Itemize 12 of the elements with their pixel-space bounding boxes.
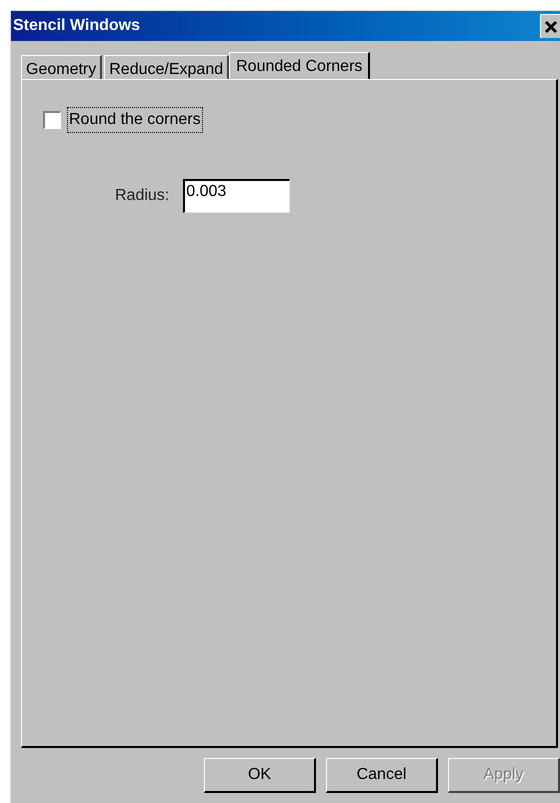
window-title: Stencil Windows — [13, 16, 140, 36]
tab[interactable]: Rounded Corners — [229, 52, 370, 80]
tab[interactable]: Reduce/Expand — [104, 55, 230, 79]
tab[interactable]: Geometry — [21, 55, 102, 79]
radius-label: Radius: — [115, 186, 170, 206]
checkbox-label[interactable]: Round the corners — [67, 107, 203, 133]
close-icon — [544, 20, 558, 34]
checkbox[interactable] — [43, 111, 61, 129]
dialog-button[interactable]: OK — [204, 758, 316, 793]
dialog-button[interactable]: Cancel — [326, 758, 438, 793]
close-button[interactable] — [540, 14, 560, 38]
radius-input-field[interactable]: 0.003 — [183, 179, 290, 213]
